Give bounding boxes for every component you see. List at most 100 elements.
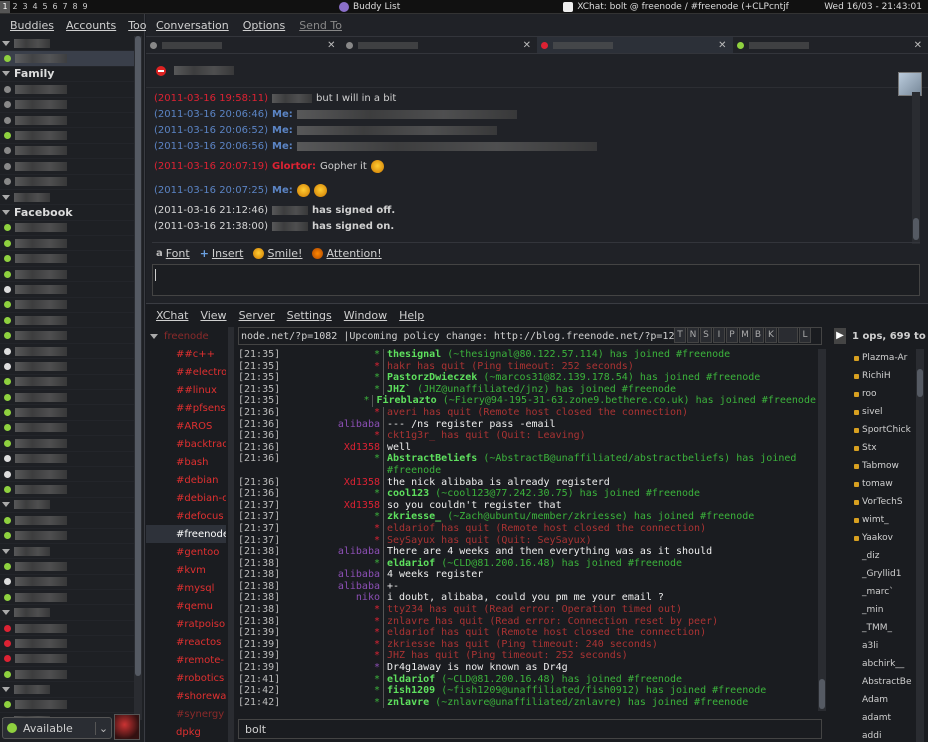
channel-item[interactable]: #reactos <box>146 633 226 651</box>
channel-item[interactable]: ##c++ <box>146 345 226 363</box>
mode-button[interactable]: K <box>765 327 777 343</box>
buddy-item[interactable] <box>0 221 134 237</box>
insert-button[interactable]: + Insert <box>200 247 244 260</box>
channel-item[interactable]: #debian-c <box>146 489 226 507</box>
buddy-scrollbar[interactable] <box>134 36 142 720</box>
buddy-item[interactable] <box>0 328 134 344</box>
buddy-item[interactable] <box>0 251 134 267</box>
avatar[interactable] <box>114 714 140 740</box>
buddy-group[interactable]: Facebook <box>0 205 134 221</box>
buddy-item[interactable] <box>0 298 134 314</box>
collapse-arrow-icon[interactable] <box>2 610 10 616</box>
buddy-item[interactable] <box>0 452 134 467</box>
user-item[interactable]: Stx <box>854 439 920 457</box>
channel-item[interactable]: #shorewa <box>146 687 226 705</box>
menu-buddies[interactable]: Buddies <box>10 19 54 32</box>
buddy-item[interactable] <box>0 667 134 683</box>
mode-button[interactable]: B <box>752 327 764 343</box>
attention-button[interactable]: Attention! <box>312 247 382 260</box>
message-input[interactable] <box>152 264 920 296</box>
buddy-item[interactable] <box>0 344 134 360</box>
collapse-arrow-icon[interactable] <box>2 548 10 554</box>
collapse-arrow-icon[interactable] <box>2 71 10 77</box>
buddy-item[interactable] <box>0 652 134 668</box>
channel-item[interactable]: #robotics <box>146 669 226 687</box>
menu-send-to[interactable]: Send To <box>299 19 342 32</box>
collapse-arrow-icon[interactable] <box>2 209 10 215</box>
buddy-item[interactable] <box>0 698 134 714</box>
buddy-group[interactable]: Family <box>0 67 134 83</box>
scroll-thumb[interactable] <box>917 369 923 397</box>
user-item[interactable]: Plazma-Ar <box>854 349 920 367</box>
user-item[interactable]: Tabmow <box>854 457 920 475</box>
channel-item[interactable]: #remote- <box>146 651 226 669</box>
conversation-tab[interactable]: ✕ <box>342 37 538 53</box>
user-item[interactable]: adamt <box>854 709 920 727</box>
channel-item[interactable]: ##pfsens <box>146 399 226 417</box>
buddy-item[interactable] <box>0 513 134 529</box>
buddy-item[interactable] <box>0 236 134 252</box>
channel-item[interactable]: ##linux <box>146 381 226 399</box>
user-item[interactable]: _diz <box>854 547 920 565</box>
buddy-item[interactable] <box>0 467 134 483</box>
clock[interactable]: Wed 16/03 - 21:43:01 <box>824 2 928 12</box>
channel-tree-scrollbar[interactable] <box>228 327 234 742</box>
workspace-switcher[interactable]: 123456789 <box>0 0 90 13</box>
buddy-item[interactable] <box>0 405 134 421</box>
user-item[interactable]: _Gryllid1 <box>854 565 920 583</box>
status-selector[interactable]: Available ⌄ <box>2 717 112 739</box>
font-button[interactable]: a Font <box>156 247 190 260</box>
collapse-arrow-icon[interactable] <box>2 502 10 508</box>
channel-tree[interactable]: freenode ##c++ ##electro ##linux ##pfsens #AR… <box>146 327 226 742</box>
close-icon[interactable]: ✕ <box>327 40 335 51</box>
menu-xchat[interactable]: XChat <box>156 309 188 322</box>
buddy-item[interactable] <box>0 559 134 575</box>
channel-item[interactable]: #freenode <box>146 525 226 543</box>
conversation-scrollbar[interactable] <box>912 92 920 244</box>
menu-window[interactable]: Window <box>344 309 387 322</box>
buddy-item[interactable] <box>0 375 134 390</box>
buddy-item[interactable] <box>0 313 134 329</box>
mode-button[interactable] <box>778 327 798 343</box>
collapse-arrow-icon[interactable] <box>2 194 10 200</box>
user-list-scrollbar[interactable] <box>916 349 924 742</box>
buddy-group[interactable] <box>0 544 134 560</box>
task-buddy-list[interactable]: Buddy List <box>335 0 404 14</box>
user-item[interactable]: _TMM_ <box>854 619 920 637</box>
server-node[interactable]: freenode <box>146 327 226 345</box>
channel-item[interactable]: #mysql <box>146 579 226 597</box>
user-item[interactable]: tomaw <box>854 475 920 493</box>
workspace-8[interactable]: 8 <box>70 1 80 13</box>
conversation-tab-active[interactable]: ✕ <box>537 37 733 53</box>
channel-item[interactable]: #kvm <box>146 561 226 579</box>
mode-button[interactable]: I <box>713 327 725 343</box>
user-item[interactable]: abchirk__ <box>854 655 920 673</box>
buddy-item[interactable] <box>0 590 134 606</box>
scroll-thumb[interactable] <box>913 218 919 240</box>
buddy-item[interactable] <box>0 359 134 375</box>
workspace-3[interactable]: 3 <box>20 1 30 13</box>
buddy-tree[interactable]: Family Facebook <box>0 36 134 720</box>
buddy-item[interactable] <box>0 436 134 452</box>
mode-button[interactable]: N <box>687 327 699 343</box>
buddy-item[interactable] <box>0 282 134 298</box>
buddy-item[interactable] <box>0 621 134 637</box>
channel-item[interactable]: #defocus <box>146 507 226 525</box>
close-icon[interactable]: ✕ <box>914 40 922 51</box>
user-item[interactable]: wimt_ <box>854 511 920 529</box>
buddy-item[interactable] <box>0 175 134 190</box>
menu-server[interactable]: Server <box>239 309 275 322</box>
user-item[interactable]: sivel <box>854 403 920 421</box>
buddy-item[interactable] <box>0 82 134 98</box>
buddy-item[interactable] <box>0 482 134 498</box>
user-item[interactable]: AbstractBe <box>854 673 920 691</box>
user-item[interactable]: roo <box>854 385 920 403</box>
channel-item[interactable]: #AROS <box>146 417 226 435</box>
mode-button[interactable]: M <box>739 327 751 343</box>
mode-button[interactable]: P <box>726 327 738 343</box>
task-xchat[interactable]: XChat: bolt @ freenode / #freenode (+CLP… <box>559 0 793 14</box>
close-icon[interactable]: ✕ <box>523 40 531 51</box>
menu-conversation[interactable]: Conversation <box>156 19 229 32</box>
buddy-item[interactable] <box>0 128 134 144</box>
user-item[interactable]: _min <box>854 601 920 619</box>
